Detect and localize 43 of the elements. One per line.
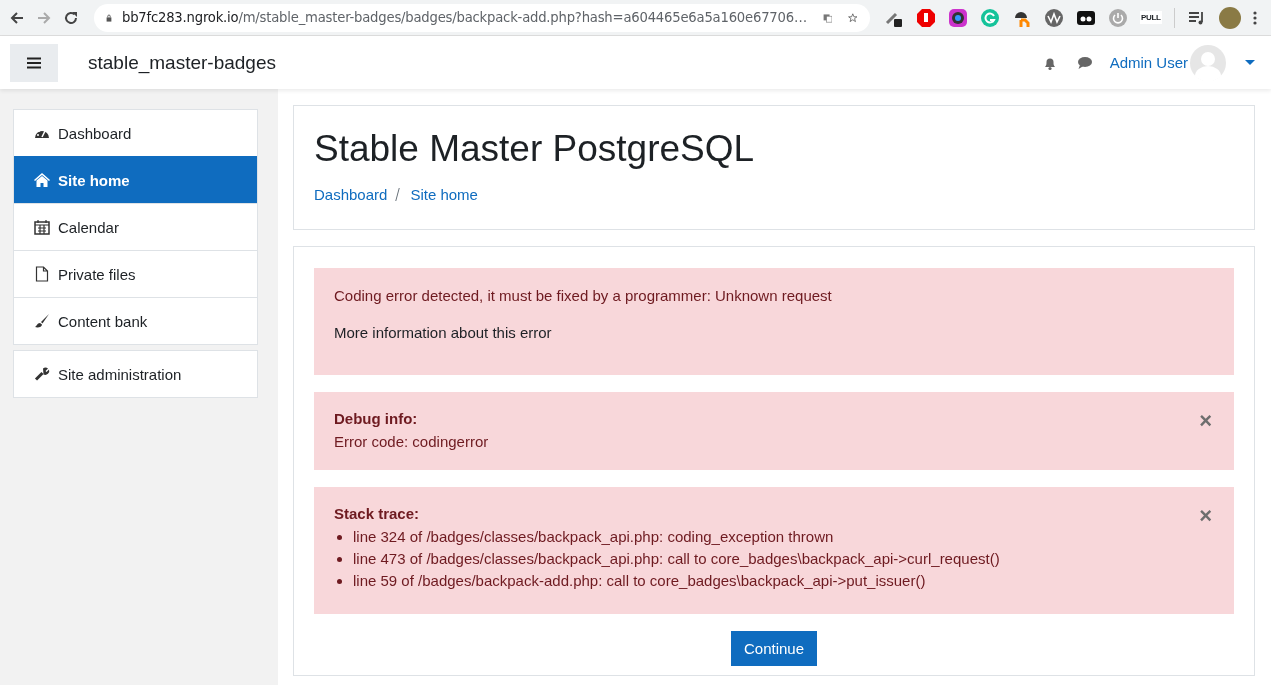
wrench-icon [34, 366, 50, 382]
breadcrumb-link[interactable]: Site home [410, 186, 478, 203]
back-icon[interactable] [9, 9, 25, 26]
stack-trace-line: line 59 of /badges/backpack-add.php: call to core_badges\backpack_api->put_issuer() [353, 571, 926, 591]
camera-lens-icon[interactable] [948, 7, 968, 28]
more-menu-icon[interactable] [1252, 9, 1257, 26]
alert-heading: Debug info: [334, 410, 419, 427]
page-title: Stable Master PostgreSQL [314, 127, 756, 171]
close-button[interactable]: × [1197, 410, 1214, 432]
close-button[interactable]: × [1197, 505, 1214, 527]
extension-label[interactable]: PULL [1140, 11, 1162, 24]
bullet-icon [337, 578, 342, 584]
stack-trace-line: line 324 of /badges/classes/backpack_api.php: coding_exception thrown [353, 527, 834, 547]
calendar-icon [34, 219, 50, 235]
stack-trace-line: line 473 of /badges/classes/backpack_api.php: call to core_badges\backpack_api->curl_request() [353, 549, 1000, 569]
sidebar-item[interactable]: Dashboard [14, 110, 257, 156]
sidebar-item[interactable]: Private files [14, 250, 257, 297]
sidebar-item[interactable]: Content bank [14, 297, 257, 344]
caret-icon[interactable] [1245, 59, 1255, 66]
sidebar-item[interactable]: Site home [14, 156, 257, 203]
menu-button[interactable] [10, 43, 58, 82]
breadcrumb-link[interactable]: Dashboard [314, 186, 388, 203]
lock-icon [106, 11, 112, 24]
home-icon [34, 172, 50, 188]
file-icon [34, 266, 50, 282]
reload-icon[interactable] [63, 9, 79, 26]
address-bar[interactable]: bb7fc283.ngrok.io/m/stable_master-badges/badges/backpack-add.php?hash=a604465e6a5a160e67706… [94, 3, 870, 32]
continue-button[interactable]: Continue [730, 631, 817, 666]
error-message: Coding error detected, it must be fixed by a programmer: Unknown request [334, 287, 833, 304]
menu-icon [27, 56, 41, 69]
stop-hand-icon[interactable] [916, 7, 936, 28]
sidebar-item[interactable]: Site administration [14, 351, 257, 397]
site-name[interactable]: stable_master-badges [88, 51, 276, 74]
sidebar-item[interactable]: Calendar [14, 203, 257, 250]
chat-bubble-icon[interactable] [1076, 54, 1093, 71]
alert-text: Error code: codingerror [334, 432, 490, 452]
bullet-icon [337, 534, 342, 540]
profile-avatar[interactable] [1218, 6, 1241, 29]
user-name-link[interactable]: Admin User [1109, 54, 1188, 71]
bullet-icon [337, 556, 342, 562]
alert-heading: Stack trace: [334, 505, 421, 522]
wave-icon[interactable] [1044, 7, 1064, 28]
more-information-link[interactable]: More information about this error [334, 324, 552, 341]
